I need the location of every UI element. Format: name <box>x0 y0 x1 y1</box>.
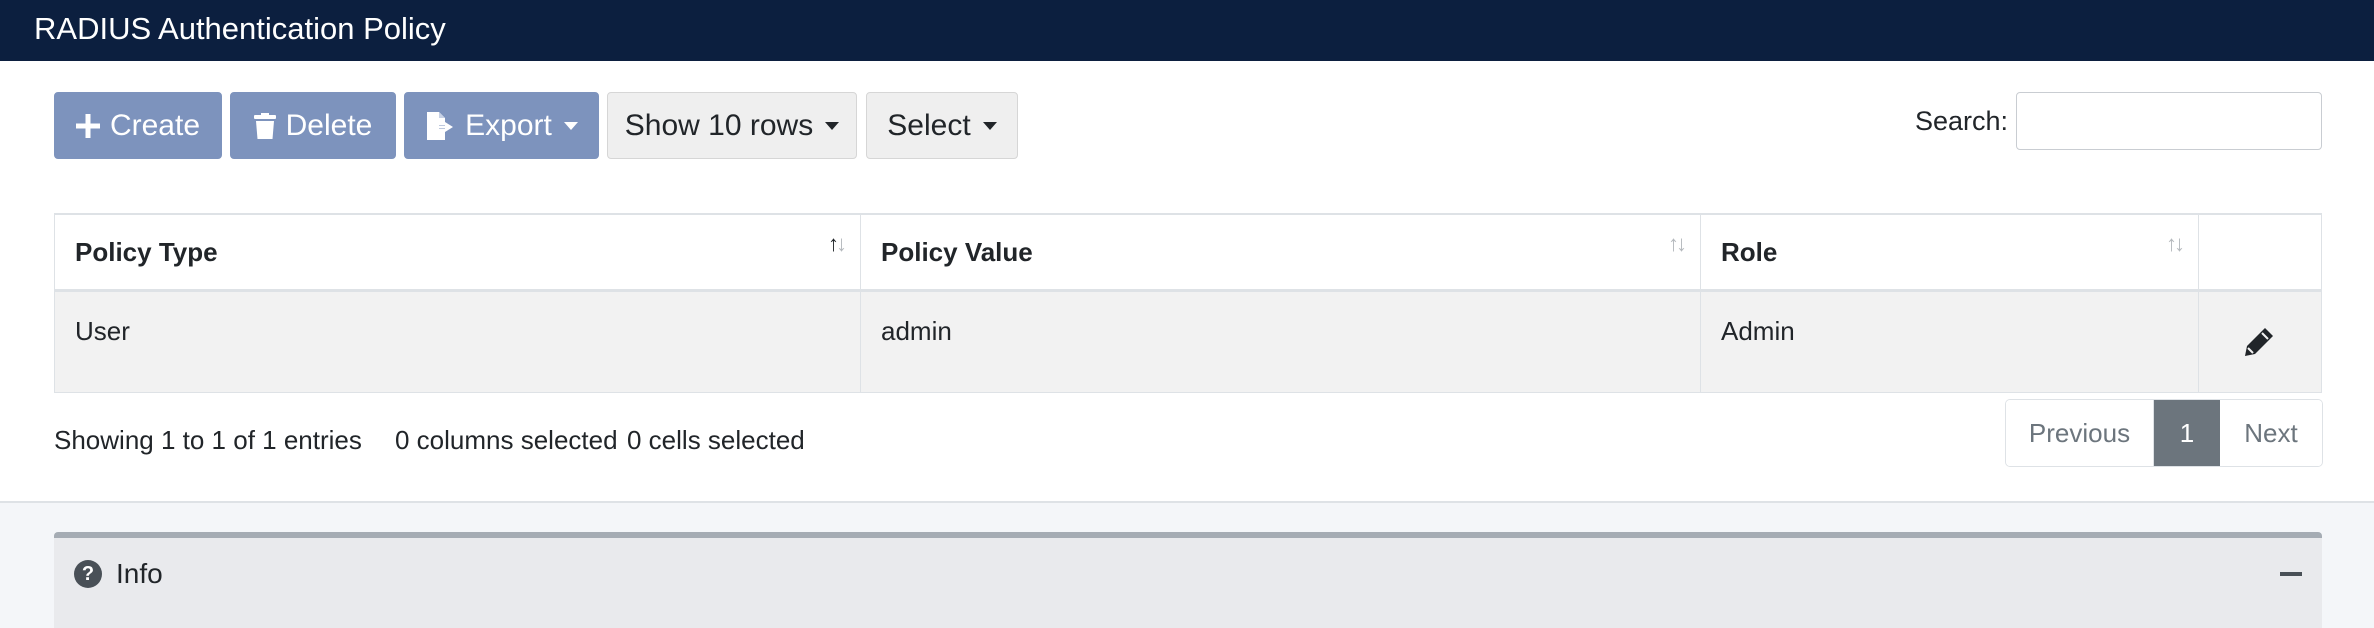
sort-icon: ↑↓ <box>2166 231 2185 256</box>
select-label: Select <box>887 108 971 142</box>
question-circle-icon: ? <box>74 560 102 588</box>
column-header-label: Role <box>1721 237 1778 267</box>
file-export-icon <box>427 111 454 140</box>
table-header-row: Policy Type ↑↓ Policy Value ↑↓ Role ↑↓ <box>54 215 2322 292</box>
export-button[interactable]: Export <box>404 92 599 159</box>
search-label: Search: <box>1915 106 2009 136</box>
column-header-policy-value[interactable]: Policy Value ↑↓ <box>860 215 1700 289</box>
export-button-label: Export <box>465 108 552 142</box>
entries-info: Showing 1 to 1 of 1 entries <box>54 425 362 455</box>
pagination: Previous 1 Next <box>2005 399 2323 467</box>
chevron-down-icon <box>825 121 840 130</box>
info-panel[interactable]: ? Info <box>54 532 2322 628</box>
cells-selected-info: 0 cells selected <box>627 425 805 455</box>
page-title: RADIUS Authentication Policy <box>34 11 446 46</box>
table-row[interactable]: User admin Admin <box>54 292 2322 393</box>
column-header-policy-type[interactable]: Policy Type ↑↓ <box>54 215 860 289</box>
create-button[interactable]: Create <box>54 92 222 159</box>
select-dropdown[interactable]: Select <box>866 92 1018 159</box>
show-rows-dropdown[interactable]: Show 10 rows <box>607 92 857 159</box>
minus-icon[interactable] <box>2280 572 2302 576</box>
chevron-down-icon <box>563 121 578 130</box>
policy-table: Policy Type ↑↓ Policy Value ↑↓ Role ↑↓ U… <box>54 213 2322 393</box>
pencil-icon[interactable] <box>2243 326 2275 358</box>
info-panel-title: Info <box>116 558 163 589</box>
cell-policy-type[interactable]: User <box>54 292 860 392</box>
columns-selected-info: 0 columns selected <box>395 425 618 455</box>
chevron-down-icon <box>982 121 997 130</box>
delete-button-label: Delete <box>285 108 373 142</box>
page-1-button[interactable]: 1 <box>2154 400 2220 466</box>
trash-icon <box>253 112 276 139</box>
cell-policy-value[interactable]: admin <box>860 292 1700 392</box>
create-button-label: Create <box>109 108 201 142</box>
cell-actions <box>2198 292 2322 392</box>
title-bar: RADIUS Authentication Policy <box>0 0 2374 61</box>
sort-icon: ↑↓ <box>1668 231 1687 256</box>
sort-ascending-icon: ↑↓ <box>828 231 847 256</box>
delete-button[interactable]: Delete <box>230 92 396 159</box>
plus-icon <box>75 113 100 138</box>
column-header-actions <box>2198 215 2322 289</box>
search-input[interactable] <box>2016 92 2322 150</box>
column-header-role[interactable]: Role ↑↓ <box>1700 215 2198 289</box>
previous-page-button[interactable]: Previous <box>2006 400 2154 466</box>
column-header-label: Policy Value <box>881 237 1033 267</box>
column-header-label: Policy Type <box>75 237 218 267</box>
cell-role[interactable]: Admin <box>1700 292 2198 392</box>
next-page-button[interactable]: Next <box>2220 400 2322 466</box>
show-rows-label: Show 10 rows <box>624 108 814 142</box>
